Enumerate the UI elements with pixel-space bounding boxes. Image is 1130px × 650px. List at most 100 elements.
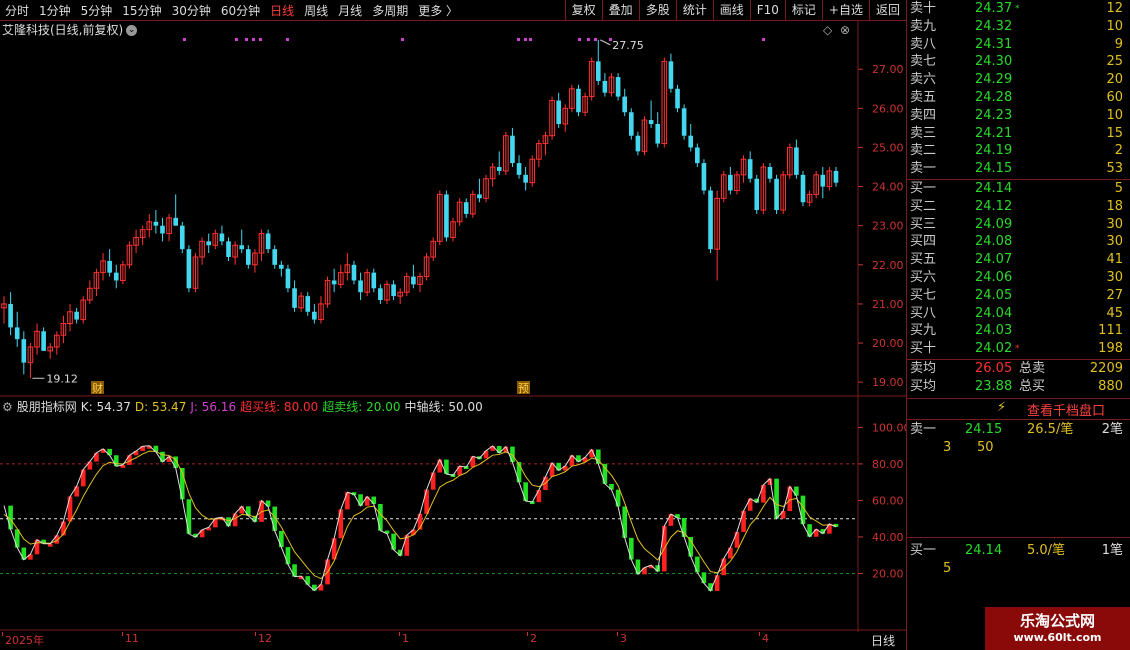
indicator-bar [787, 486, 793, 512]
level2-bid-row[interactable]: 买一 24.14 5.0/笔 1笔 [907, 542, 1130, 560]
bid-row[interactable]: 买三 24.09 30 [907, 216, 1130, 234]
period-tab-4[interactable]: 30分钟 [167, 2, 216, 19]
indicator-bar [391, 533, 396, 550]
indicator-bar [470, 456, 476, 468]
period-tab-3[interactable]: 15分钟 [117, 2, 166, 19]
period-tab-9[interactable]: 多周期 [367, 2, 413, 19]
candle-body [688, 135, 694, 148]
bid-row[interactable]: 买二 24.12 18 [907, 198, 1130, 216]
date-tick-label: 2 [530, 632, 537, 645]
bid-row[interactable]: 买七 24.05 27 [907, 287, 1130, 305]
level-price: 24.05 [975, 287, 1013, 303]
ask-row[interactable]: 卖八 24.31 9 [907, 36, 1130, 54]
level-price: 24.23 [975, 107, 1013, 123]
tool-button-6[interactable]: 标记 [784, 0, 822, 20]
finance-marker[interactable]: 财 [92, 381, 103, 395]
ask-row[interactable]: 卖七 24.30 25 [907, 53, 1130, 71]
ask-row[interactable]: 卖一 24.15 53 [907, 160, 1130, 178]
period-tab-5[interactable]: 60分钟 [216, 2, 265, 19]
ask-row[interactable]: 卖三 24.21 15 [907, 125, 1130, 143]
level-label: 卖六 [910, 72, 937, 88]
bid-row[interactable]: 买十 24.02 * 198 [907, 340, 1130, 358]
signal-dot [762, 38, 765, 41]
level-price: 24.03 [975, 323, 1013, 339]
candle-body [14, 327, 20, 340]
ask-row[interactable]: 卖六 24.29 20 [907, 71, 1130, 89]
bid-row[interactable]: 买六 24.06 30 [907, 269, 1130, 287]
tool-button-4[interactable]: 画线 [712, 0, 750, 20]
tool-button-2[interactable]: 多股 [638, 0, 676, 20]
total-volume: 2209 [1089, 361, 1123, 376]
level-volume: 10 [1106, 107, 1123, 123]
lightning-icon: ⚡ [997, 400, 1007, 415]
bid-row[interactable]: 买八 24.04 45 [907, 305, 1130, 323]
level2-button[interactable]: 查看千档盘口 [1027, 400, 1105, 419]
watermark-url: www.60lt.com [1013, 631, 1102, 644]
indicator-bar [688, 536, 694, 557]
average-price: 26.05 [975, 361, 1013, 376]
total-label: 总卖 [1019, 361, 1046, 376]
candle-body [523, 174, 528, 183]
period-tab-10[interactable]: 更多 〉 [413, 2, 463, 19]
period-tab-2[interactable]: 5分钟 [76, 2, 118, 19]
average-price: 23.88 [975, 379, 1013, 394]
forecast-marker[interactable]: 预 [518, 382, 529, 395]
ask-row[interactable]: 卖二 24.19 2 [907, 142, 1130, 160]
chart-canvas[interactable]: 27.00 26.00 25.00 24.00 23.00 22.00 21.00 20.00… [0, 20, 906, 632]
gear-icon[interactable]: ⚙ [2, 400, 13, 414]
candle-body [708, 190, 713, 250]
candle-body [463, 202, 469, 214]
ask-row[interactable]: 卖九 24.32 10 [907, 18, 1130, 36]
candle-body [279, 264, 284, 269]
period-tab-8[interactable]: 月线 [333, 2, 367, 19]
signal-dot [517, 38, 520, 41]
level-volume: 41 [1106, 252, 1123, 268]
candle-body [292, 288, 297, 308]
level-price: 24.29 [975, 72, 1013, 88]
l2-count: 1笔 [1101, 543, 1123, 558]
level-label: 卖五 [910, 90, 937, 105]
indicator-bar [536, 490, 542, 503]
bid-row[interactable]: 买一 24.14 5 [907, 180, 1130, 198]
period-tab-1[interactable]: 1分钟 [34, 2, 76, 19]
indicator-bar [774, 478, 779, 519]
level2-button-bar[interactable]: ⚡ 查看千档盘口 [907, 398, 1130, 420]
tool-button-8[interactable]: 返回 [868, 0, 906, 20]
indicator-bar [761, 484, 766, 503]
bid-row[interactable]: 买四 24.08 30 [907, 233, 1130, 251]
candle-body [179, 225, 185, 250]
level-volume: 27 [1106, 287, 1123, 303]
period-tab-6[interactable]: 日线 [265, 2, 299, 19]
star-icon: * [1015, 344, 1020, 355]
candle-body [628, 112, 634, 136]
signal-dot [578, 38, 581, 41]
ask-row[interactable]: 卖四 24.23 10 [907, 107, 1130, 125]
ask-row[interactable]: 卖十 24.37 * 12 [907, 0, 1130, 18]
tool-button-3[interactable]: 统计 [675, 0, 713, 20]
total-volume: 880 [1098, 379, 1123, 394]
level-label: 卖二 [910, 143, 937, 159]
indicator-bar [226, 517, 231, 527]
current-period-label[interactable]: 日线 [860, 632, 906, 650]
period-tab-0[interactable]: 分时 [0, 2, 34, 19]
diamond-icon[interactable]: ◇ [823, 23, 833, 37]
indicator-tick-label: 40.00 [872, 531, 904, 544]
ask-row[interactable]: 卖五 24.28 60 [907, 89, 1130, 107]
bid-row[interactable]: 买九 24.03 111 [907, 322, 1130, 340]
level-label: 卖一 [910, 161, 937, 177]
candle-body [496, 167, 502, 171]
level2-ask-row[interactable]: 卖一 24.15 26.5/笔 2笔 [907, 421, 1130, 439]
tool-button-7[interactable]: +自选 [821, 0, 869, 20]
level-label: 买五 [910, 252, 937, 268]
period-tab-7[interactable]: 周线 [299, 2, 333, 19]
close-icon[interactable]: ⊗ [840, 23, 850, 37]
level-volume: 15 [1106, 125, 1123, 141]
candle-body [800, 174, 806, 203]
tool-button-1[interactable]: 叠加 [601, 0, 639, 20]
indicator-bar [80, 469, 86, 487]
tool-button-0[interactable]: 复权 [564, 0, 602, 20]
tool-button-5[interactable]: F10 [749, 0, 785, 20]
date-tick-label: 11 [125, 632, 139, 645]
date-tick-mark [759, 632, 760, 636]
bid-row[interactable]: 买五 24.07 41 [907, 251, 1130, 269]
